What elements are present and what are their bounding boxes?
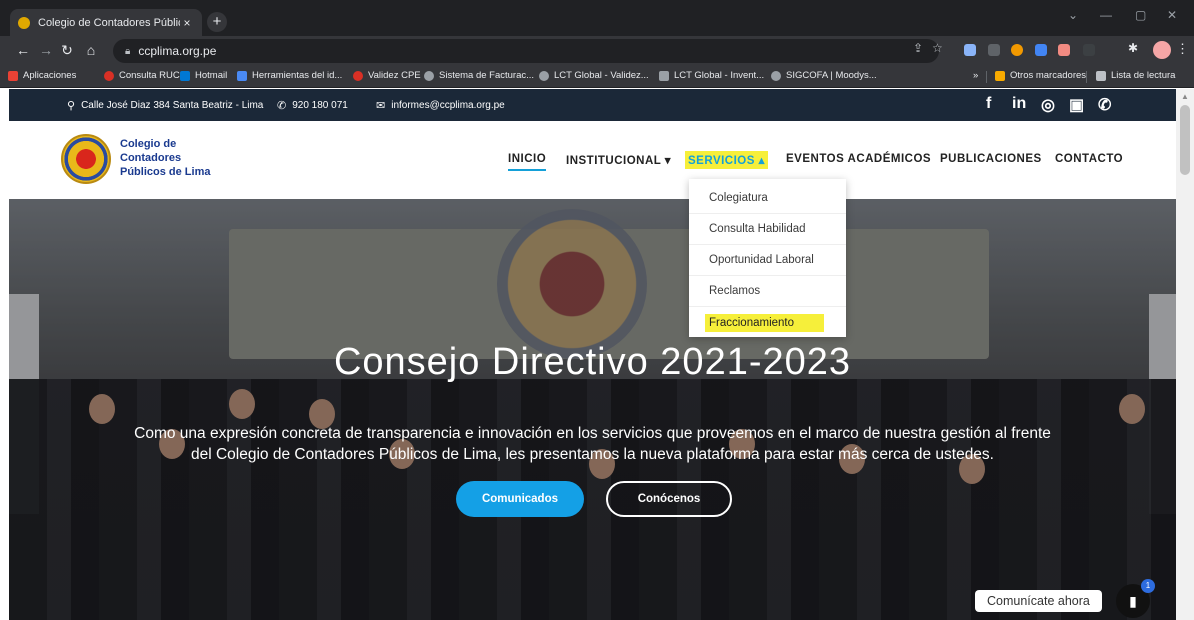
hero-title: Consejo Directivo 2021-2023 bbox=[333, 341, 852, 383]
extension-icon[interactable] bbox=[1083, 44, 1095, 56]
reading-list[interactable]: Lista de lectura bbox=[1096, 70, 1175, 81]
browser-tab-strip: Colegio de Contadores Públicos × + ⌄ — ▢… bbox=[0, 0, 1194, 36]
tab-close-icon[interactable]: × bbox=[180, 16, 194, 30]
folder-icon bbox=[995, 70, 1005, 81]
new-tab-button[interactable]: + bbox=[207, 12, 227, 32]
facebook-icon[interactable]: f bbox=[986, 95, 991, 113]
menu-item-consulta-habilidad[interactable]: Consulta Habilidad bbox=[689, 214, 846, 245]
extension-icon[interactable] bbox=[1058, 44, 1070, 56]
ccpl-logo-seal[interactable] bbox=[61, 134, 111, 184]
nav-servicios[interactable]: SERVICIOS ▴ bbox=[685, 151, 768, 169]
extension-icon[interactable] bbox=[1035, 44, 1047, 56]
bookmark-star-icon[interactable]: ☆ bbox=[932, 41, 943, 55]
extensions-puzzle-icon[interactable]: ✱ bbox=[1128, 41, 1138, 55]
bookmarks-overflow-button[interactable]: » bbox=[973, 70, 978, 81]
bookmark-item[interactable]: LCT Global - Validez... bbox=[539, 70, 649, 81]
contact-topbar: ⚲ Calle José Diaz 384 Santa Beatriz - Li… bbox=[9, 89, 1176, 121]
divider bbox=[1086, 71, 1087, 83]
maximize-icon[interactable]: ▢ bbox=[1135, 8, 1146, 22]
youtube-icon[interactable]: ▣ bbox=[1069, 95, 1084, 115]
browser-toolbar: ← → ↻ ⌂ 🔒︎ ccplima.org.pe ⇪ ☆ ✱ ⋮ bbox=[0, 36, 1194, 66]
notification-badge: 1 bbox=[1141, 579, 1155, 593]
forward-icon[interactable]: → bbox=[37, 42, 55, 58]
chat-label[interactable]: Comunícate ahora bbox=[975, 590, 1102, 612]
comunicados-button[interactable]: Comunicados bbox=[456, 481, 584, 517]
site-favicon-icon bbox=[18, 16, 30, 29]
bookmark-favicon-icon bbox=[659, 70, 669, 81]
globe-icon bbox=[539, 70, 549, 81]
linkedin-icon[interactable]: in bbox=[1012, 95, 1026, 113]
web-page: ⚲ Calle José Diaz 384 Santa Beatriz - Li… bbox=[9, 89, 1176, 620]
bookmark-favicon-icon bbox=[104, 70, 114, 81]
lock-icon: 🔒︎ bbox=[125, 45, 131, 57]
menu-item-colegiatura[interactable]: Colegiatura bbox=[689, 183, 846, 214]
nav-publicaciones[interactable]: PUBLICACIONES bbox=[940, 153, 1042, 165]
site-header: Colegio de Contadores Públicos de Lima I… bbox=[9, 121, 1176, 199]
apps-grid-icon bbox=[8, 70, 18, 81]
location-pin-icon: ⚲ bbox=[67, 100, 76, 112]
menu-item-fraccionamiento[interactable]: Fraccionamiento bbox=[689, 307, 846, 338]
phone-info[interactable]: ✆ 920 180 071 bbox=[277, 99, 348, 112]
whatsapp-icon[interactable]: ✆ bbox=[1098, 95, 1111, 115]
tab-search-icon[interactable]: ⌄ bbox=[1068, 8, 1078, 22]
home-icon[interactable]: ⌂ bbox=[82, 42, 100, 58]
tab-title: Colegio de Contadores Públicos bbox=[38, 16, 180, 29]
bookmark-favicon-icon bbox=[237, 70, 247, 81]
bookmark-item[interactable]: Hotmail bbox=[180, 70, 227, 81]
bookmark-favicon-icon bbox=[353, 70, 363, 81]
scrollbar-thumb[interactable] bbox=[1180, 105, 1190, 175]
nav-inicio[interactable]: INICIO bbox=[508, 153, 547, 171]
minimize-icon[interactable]: — bbox=[1100, 8, 1112, 22]
nav-eventos-academicos[interactable]: EVENTOS ACADÉMICOS bbox=[786, 153, 931, 165]
address-bar[interactable]: 🔒︎ ccplima.org.pe bbox=[113, 39, 939, 63]
hero-banner: Consejo Directivo 2021-2023 Como una exp… bbox=[9, 199, 1176, 620]
bookmark-item[interactable]: LCT Global - Invent... bbox=[659, 70, 764, 81]
conocenos-button[interactable]: Conócenos bbox=[606, 481, 732, 517]
share-icon[interactable]: ⇪ bbox=[913, 41, 923, 55]
extension-icon[interactable] bbox=[1011, 44, 1023, 56]
bookmark-item[interactable]: SIGCOFA | Moodys... bbox=[771, 70, 877, 81]
bookmark-item[interactable]: Validez CPE bbox=[353, 70, 421, 81]
menu-item-reclamos[interactable]: Reclamos bbox=[689, 276, 846, 307]
address-info: ⚲ Calle José Diaz 384 Santa Beatriz - Li… bbox=[67, 100, 264, 112]
mail-icon: ✉ bbox=[376, 100, 386, 112]
instagram-icon[interactable]: ◎ bbox=[1041, 95, 1055, 115]
globe-icon bbox=[424, 70, 434, 81]
bookmark-item[interactable]: Herramientas del id... bbox=[237, 70, 342, 81]
phone-icon: ✆ bbox=[277, 100, 287, 112]
bookmark-item[interactable]: Sistema de Facturac... bbox=[424, 70, 534, 81]
page-scrollbar[interactable]: ▲ bbox=[1176, 89, 1194, 620]
other-bookmarks[interactable]: Otros marcadores bbox=[995, 70, 1086, 81]
browser-menu-icon[interactable]: ⋮ bbox=[1176, 41, 1189, 57]
hero-overlay bbox=[9, 199, 1176, 620]
close-window-icon[interactable]: ✕ bbox=[1167, 8, 1177, 22]
scroll-up-icon[interactable]: ▲ bbox=[1181, 92, 1189, 101]
site-logo-text[interactable]: Colegio de Contadores Públicos de Lima bbox=[120, 137, 210, 179]
extension-icon[interactable] bbox=[964, 44, 976, 56]
bookmark-item[interactable]: Consulta RUC bbox=[104, 70, 180, 81]
reload-icon[interactable]: ↻ bbox=[58, 42, 76, 59]
nav-contacto[interactable]: CONTACTO bbox=[1055, 153, 1123, 165]
menu-item-oportunidad-laboral[interactable]: Oportunidad Laboral bbox=[689, 245, 846, 276]
profile-avatar[interactable] bbox=[1153, 41, 1171, 59]
url-text: ccplima.org.pe bbox=[138, 44, 217, 58]
back-icon[interactable]: ← bbox=[14, 42, 32, 58]
hero-description: Como una expresión concreta de transpare… bbox=[134, 425, 1051, 463]
divider bbox=[986, 71, 987, 83]
bookmark-favicon-icon bbox=[180, 70, 190, 81]
reading-list-icon bbox=[1096, 70, 1106, 81]
extension-icon[interactable] bbox=[988, 44, 1000, 56]
email-info[interactable]: ✉ informes@ccplima.org.pe bbox=[376, 99, 505, 112]
nav-institucional[interactable]: INSTITUCIONAL ▾ bbox=[566, 153, 671, 167]
servicios-dropdown-menu: Colegiatura Consulta Habilidad Oportunid… bbox=[689, 179, 846, 337]
bookmarks-bar: Aplicaciones Consulta RUC Hotmail Herram… bbox=[0, 66, 1194, 88]
bookmark-apps[interactable]: Aplicaciones bbox=[8, 70, 76, 81]
browser-tab[interactable]: Colegio de Contadores Públicos × bbox=[10, 9, 202, 36]
globe-icon bbox=[771, 70, 781, 81]
